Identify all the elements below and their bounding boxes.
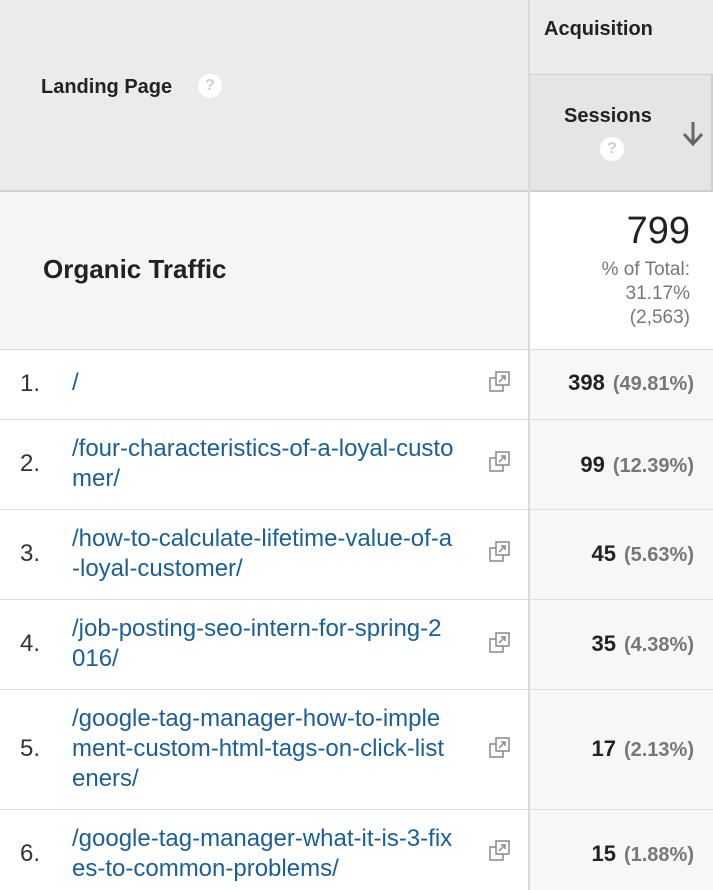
sessions-value: 35 (4.38%) bbox=[540, 631, 694, 657]
table-row: 6. /google-tag-manager-what-it-is-3-fix … bbox=[0, 810, 713, 890]
sessions-percent: (12.39%) bbox=[612, 455, 694, 477]
grand-total-value: (2,563) bbox=[629, 307, 690, 328]
table-row: 2. /four-characteristics-of-a-loyal-cust… bbox=[0, 420, 713, 509]
link-line[interactable]: /google-tag-manager-how-to-imple bbox=[72, 704, 490, 734]
sessions-value: 99 (12.39%) bbox=[540, 452, 694, 478]
acquisition-group-header: Acquisition bbox=[530, 0, 713, 74]
landing-page-link[interactable]: /how-to-calculate-lifetime-value-of-a -l… bbox=[72, 524, 490, 584]
row-rank: 6. bbox=[20, 840, 41, 867]
sessions-count: 15 bbox=[591, 841, 616, 866]
sessions-value: 15 (1.88%) bbox=[540, 841, 694, 867]
link-line[interactable]: ment-custom-html-tags-on-click-list bbox=[72, 734, 490, 764]
open-external-icon[interactable] bbox=[488, 450, 512, 474]
link-line[interactable]: es-to-common-problems/ bbox=[72, 854, 490, 884]
sessions-value: 17 (2.13%) bbox=[540, 736, 694, 762]
open-external-icon[interactable] bbox=[488, 839, 512, 863]
table-row: 5. /google-tag-manager-how-to-imple ment… bbox=[0, 690, 713, 809]
landing-page-link[interactable]: /google-tag-manager-how-to-imple ment-cu… bbox=[72, 704, 490, 794]
sessions-percent: (5.63%) bbox=[623, 544, 694, 566]
link-line[interactable]: / bbox=[72, 368, 490, 398]
help-icon[interactable]: ? bbox=[600, 137, 624, 161]
landing-page-link[interactable]: / bbox=[72, 368, 490, 398]
percent-of-total-value: 31.17% bbox=[625, 283, 690, 304]
link-line[interactable]: /google-tag-manager-what-it-is-3-fix bbox=[72, 824, 490, 854]
row-rank: 4. bbox=[20, 630, 41, 657]
link-line[interactable]: mer/ bbox=[72, 464, 490, 494]
sessions-value: 45 (5.63%) bbox=[540, 541, 694, 567]
row-rank: 2. bbox=[20, 450, 41, 477]
link-line[interactable]: /job-posting-seo-intern-for-spring-2 bbox=[72, 614, 490, 644]
sessions-count: 35 bbox=[591, 631, 616, 656]
segment-label: Organic Traffic bbox=[43, 254, 227, 284]
open-external-icon[interactable] bbox=[488, 370, 512, 394]
landing-page-table: Landing Page ? Acquisition Sessions ? Or… bbox=[0, 0, 713, 890]
sessions-count: 17 bbox=[591, 736, 616, 761]
sessions-count: 45 bbox=[591, 541, 616, 566]
open-external-icon[interactable] bbox=[488, 540, 512, 564]
sessions-percent: (4.38%) bbox=[623, 634, 694, 656]
sessions-percent: (1.88%) bbox=[623, 844, 694, 866]
acquisition-label: Acquisition bbox=[544, 18, 653, 40]
landing-page-link[interactable]: /google-tag-manager-what-it-is-3-fix es-… bbox=[72, 824, 490, 884]
landing-page-link[interactable]: /job-posting-seo-intern-for-spring-2 016… bbox=[72, 614, 490, 674]
sessions-percent: (2.13%) bbox=[623, 739, 694, 761]
total-sessions-value: 799 bbox=[626, 210, 690, 252]
row-rank: 5. bbox=[20, 735, 41, 762]
landing-page-column-header[interactable]: Landing Page bbox=[41, 76, 172, 99]
sessions-label[interactable]: Sessions bbox=[564, 105, 652, 128]
percent-of-total: % of Total: 31.17% (2,563) bbox=[602, 258, 690, 330]
row-rank: 3. bbox=[20, 540, 41, 567]
open-external-icon[interactable] bbox=[488, 631, 512, 655]
help-icon[interactable]: ? bbox=[198, 74, 222, 98]
open-external-icon[interactable] bbox=[488, 736, 512, 760]
link-line[interactable]: /four-characteristics-of-a-loyal-custo bbox=[72, 434, 490, 464]
table-row: 3. /how-to-calculate-lifetime-value-of-a… bbox=[0, 510, 713, 599]
landing-page-link[interactable]: /four-characteristics-of-a-loyal-custo m… bbox=[72, 434, 490, 494]
sessions-count: 99 bbox=[580, 452, 605, 477]
table-row: 4. /job-posting-seo-intern-for-spring-2 … bbox=[0, 600, 713, 689]
link-line[interactable]: eners/ bbox=[72, 764, 490, 794]
percent-of-total-label: % of Total: bbox=[601, 259, 690, 280]
table-row: 1. / 398 (49.81%) bbox=[0, 350, 713, 419]
link-line[interactable]: /how-to-calculate-lifetime-value-of-a bbox=[72, 524, 490, 554]
column-divider bbox=[528, 0, 530, 890]
sessions-percent: (49.81%) bbox=[612, 373, 694, 395]
sessions-value: 398 (49.81%) bbox=[540, 370, 694, 396]
sessions-column-header[interactable]: Sessions ? bbox=[530, 75, 713, 190]
link-line[interactable]: 016/ bbox=[72, 644, 490, 674]
sort-descending-arrow-icon[interactable] bbox=[680, 119, 706, 149]
sessions-count: 398 bbox=[568, 370, 605, 395]
link-line[interactable]: -loyal-customer/ bbox=[72, 554, 490, 584]
row-rank: 1. bbox=[20, 370, 41, 397]
